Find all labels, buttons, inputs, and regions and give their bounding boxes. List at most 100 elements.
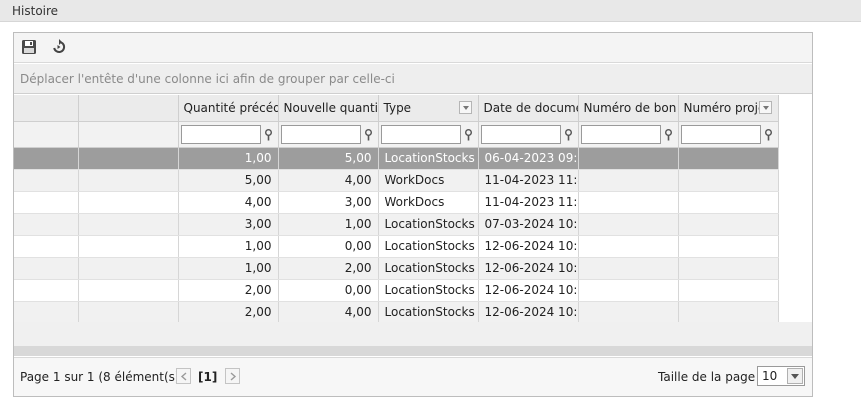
table-row[interactable]: 1,00 0,00 LocationStocks 12-06-2024 10:2… — [14, 235, 779, 258]
header-date-document[interactable]: Date de document — [478, 95, 579, 122]
cell-numero-bon — [578, 147, 679, 170]
filter-input-quantite-precedente[interactable] — [180, 124, 261, 144]
cell-nouvelle-quantite: 2,00 — [278, 257, 379, 280]
filter-input-nouvelle-quantite[interactable] — [280, 124, 361, 144]
filter-input-numero-bon[interactable] — [580, 124, 661, 144]
filter-icon[interactable] — [764, 128, 773, 141]
page-size-select[interactable]: 10 — [757, 366, 805, 386]
prev-page-button[interactable] — [176, 368, 191, 384]
history-grid: Déplacer l'entête d'une colonne ici afin… — [13, 32, 813, 397]
cell-type: LocationStocks — [378, 257, 479, 280]
cell-date-document: 06-04-2023 09:51 — [478, 147, 579, 170]
cell-quantite-precedente: 2,00 — [178, 279, 279, 302]
row-blank-1 — [14, 147, 79, 170]
cell-numero-projet — [678, 301, 779, 324]
cell-type: LocationStocks — [378, 213, 479, 236]
header-quantite-precedente[interactable]: Quantité précédente — [178, 95, 279, 122]
horizontal-scrollbar[interactable] — [14, 346, 812, 356]
row-blank-2 — [78, 257, 179, 280]
projet-filter-dropdown-icon[interactable] — [758, 101, 772, 114]
row-blank-1 — [14, 279, 79, 302]
cell-numero-projet — [678, 169, 779, 192]
cell-type: LocationStocks — [378, 147, 479, 170]
table-row[interactable]: 4,00 3,00 WorkDocs 11-04-2023 11:42 — [14, 191, 779, 214]
header-row: Quantité précédente Nouvelle quantité Ty… — [14, 95, 779, 122]
cell-nouvelle-quantite: 0,00 — [278, 279, 379, 302]
table-row[interactable]: 1,00 5,00 LocationStocks 06-04-2023 09:5… — [14, 147, 779, 170]
cell-numero-projet — [678, 213, 779, 236]
cell-quantite-precedente: 3,00 — [178, 213, 279, 236]
header-blank-2 — [78, 95, 179, 122]
window-title: Histoire — [12, 4, 59, 18]
type-filter-dropdown-icon[interactable] — [458, 101, 472, 114]
cell-type: WorkDocs — [378, 169, 479, 192]
filter-icon[interactable] — [264, 128, 273, 141]
cell-date-document: 12-06-2024 10:26 — [478, 235, 579, 258]
cell-numero-projet — [678, 257, 779, 280]
filter-icon[interactable] — [664, 128, 673, 141]
filter-icon[interactable] — [564, 128, 573, 141]
row-blank-1 — [14, 169, 79, 192]
data-table: Quantité précédente Nouvelle quantité Ty… — [14, 95, 779, 324]
cell-numero-bon — [578, 169, 679, 192]
filter-blank-2 — [78, 121, 179, 148]
cell-nouvelle-quantite: 0,00 — [278, 235, 379, 258]
cell-nouvelle-quantite: 5,00 — [278, 147, 379, 170]
header-projet-label: Numéro projet — [683, 100, 771, 115]
table-row[interactable]: 2,00 0,00 LocationStocks 12-06-2024 10:3… — [14, 279, 779, 302]
cell-numero-bon — [578, 301, 679, 324]
cell-numero-bon — [578, 191, 679, 214]
filter-cell-projet — [678, 121, 779, 148]
row-blank-1 — [14, 213, 79, 236]
cell-date-document: 12-06-2024 10:26 — [478, 257, 579, 280]
pager: Page 1 sur 1 (8 élément(s)) [1] Taille d… — [14, 357, 812, 396]
filter-cell-bon — [578, 121, 679, 148]
cell-numero-projet — [678, 235, 779, 258]
filter-row — [14, 121, 779, 148]
pager-info: Page 1 sur 1 (8 élément(s)) — [20, 370, 185, 384]
window-titlebar: Histoire — [0, 0, 861, 22]
row-blank-1 — [14, 257, 79, 280]
table-row[interactable]: 1,00 2,00 LocationStocks 12-06-2024 10:2… — [14, 257, 779, 280]
filter-input-numero-projet[interactable] — [680, 124, 761, 144]
cell-quantite-precedente: 1,00 — [178, 235, 279, 258]
header-type[interactable]: Type — [378, 95, 479, 122]
grid-empty-area — [14, 322, 812, 346]
table-row[interactable]: 2,00 4,00 LocationStocks 12-06-2024 10:3… — [14, 301, 779, 324]
cell-numero-projet — [678, 147, 779, 170]
row-blank-2 — [78, 191, 179, 214]
group-by-panel[interactable]: Déplacer l'entête d'une colonne ici afin… — [14, 64, 812, 94]
row-blank-2 — [78, 169, 179, 192]
cell-numero-bon — [578, 235, 679, 258]
chevron-right-icon — [230, 372, 237, 381]
cell-type: LocationStocks — [378, 235, 479, 258]
cell-nouvelle-quantite: 1,00 — [278, 213, 379, 236]
header-nouvelle-quantite[interactable]: Nouvelle quantité — [278, 95, 379, 122]
table-row[interactable]: 3,00 1,00 LocationStocks 07-03-2024 10:5… — [14, 213, 779, 236]
row-blank-2 — [78, 213, 179, 236]
filter-input-date-document[interactable] — [480, 124, 561, 144]
header-numero-projet[interactable]: Numéro projet — [678, 95, 779, 122]
filter-cell-type — [378, 121, 479, 148]
cell-date-document: 07-03-2024 10:56 — [478, 213, 579, 236]
filter-input-type[interactable] — [380, 124, 461, 144]
refresh-button[interactable] — [51, 39, 69, 57]
filter-icon[interactable] — [464, 128, 473, 141]
next-page-button[interactable] — [225, 368, 240, 384]
table-row[interactable]: 5,00 4,00 WorkDocs 11-04-2023 11:40 — [14, 169, 779, 192]
grid-toolbar — [14, 33, 812, 63]
page-size-label: Taille de la page : — [658, 370, 764, 384]
page-size-value: 10 — [762, 369, 778, 383]
filter-icon[interactable] — [364, 128, 373, 141]
cell-numero-bon — [578, 213, 679, 236]
filter-cell-new — [278, 121, 379, 148]
cell-quantite-precedente: 1,00 — [178, 257, 279, 280]
row-blank-1 — [14, 235, 79, 258]
header-numero-bon[interactable]: Numéro de bon de — [578, 95, 679, 122]
current-page[interactable]: [1] — [198, 370, 217, 384]
row-blank-2 — [78, 147, 179, 170]
save-button[interactable] — [21, 39, 39, 57]
filter-cell-date — [478, 121, 579, 148]
chevron-down-icon[interactable] — [787, 368, 803, 384]
refresh-icon — [53, 39, 66, 53]
